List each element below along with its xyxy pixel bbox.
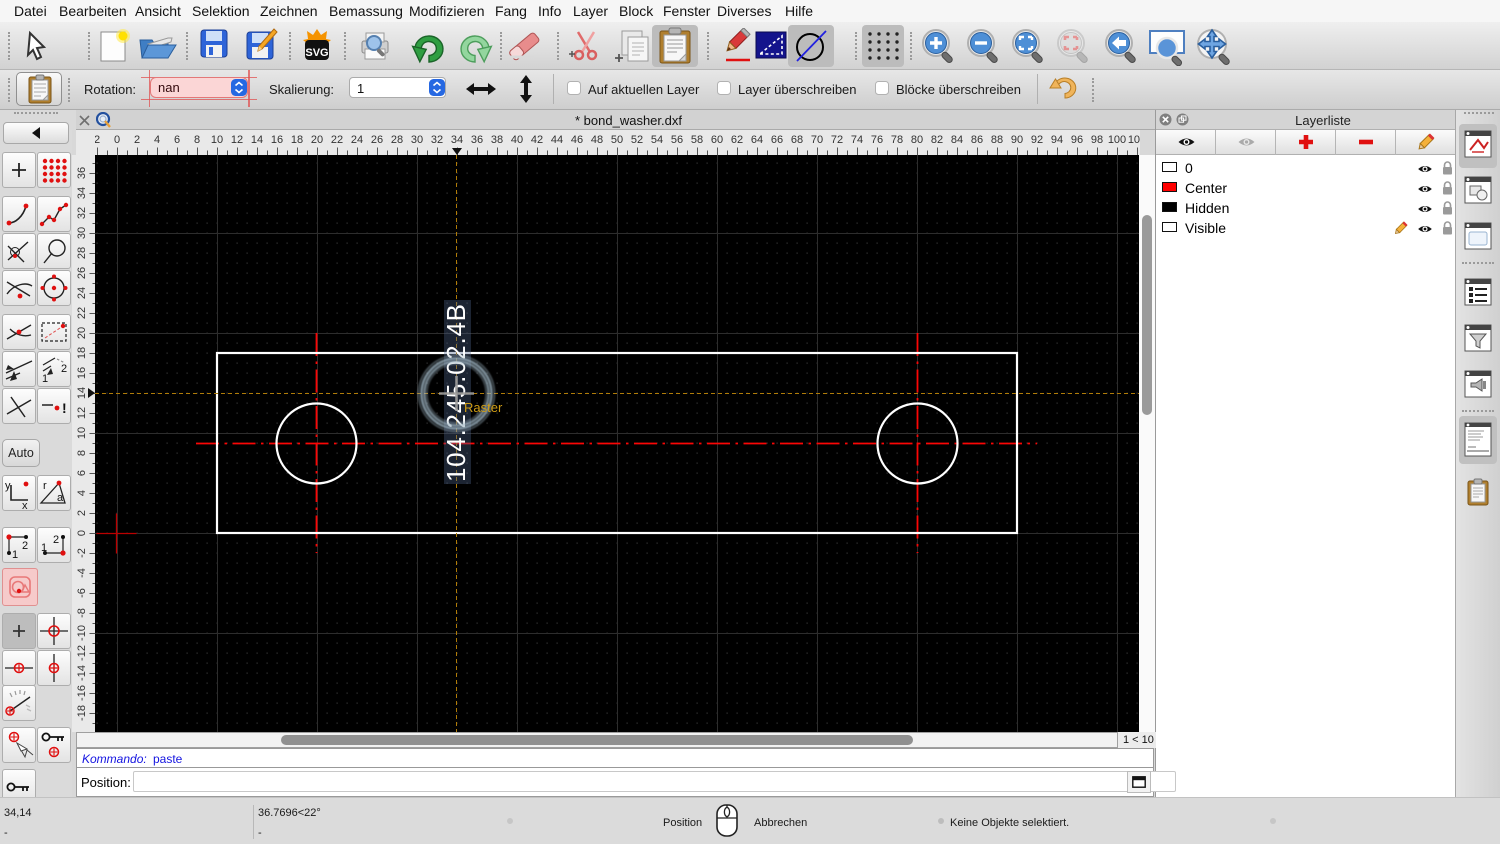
- svg-text:12: 12: [231, 134, 243, 146]
- svg-text:44: 44: [551, 134, 563, 146]
- svg-text:68: 68: [791, 134, 803, 146]
- svg-text:30: 30: [76, 227, 88, 239]
- svg-text:26: 26: [76, 267, 88, 279]
- svg-text:2: 2: [53, 534, 59, 546]
- svg-text:36: 36: [471, 134, 483, 146]
- svg-text:0: 0: [76, 530, 88, 536]
- svg-text:-16: -16: [76, 685, 88, 701]
- svg-text:6: 6: [174, 134, 180, 146]
- svg-text:10: 10: [76, 427, 88, 439]
- svg-text:4: 4: [154, 134, 160, 146]
- svg-text:24: 24: [351, 134, 363, 146]
- svg-text:72: 72: [831, 134, 843, 146]
- svg-text:96: 96: [1071, 134, 1083, 146]
- svg-text:-10: -10: [76, 625, 88, 641]
- svg-text:54: 54: [651, 134, 663, 146]
- svg-text:1: 1: [41, 542, 47, 554]
- svg-text:36: 36: [76, 167, 88, 179]
- svg-text:r: r: [43, 480, 47, 492]
- svg-text:48: 48: [591, 134, 603, 146]
- svg-text:a: a: [57, 492, 64, 504]
- svg-text:2: 2: [22, 540, 28, 552]
- svg-text:82: 82: [931, 134, 943, 146]
- svg-text:18: 18: [76, 347, 88, 359]
- svg-text:10: 10: [211, 134, 223, 146]
- svg-text:34: 34: [451, 134, 463, 146]
- svg-text:28: 28: [76, 247, 88, 259]
- svg-text:-12: -12: [76, 645, 88, 661]
- svg-text:y: y: [5, 480, 11, 492]
- svg-text:12: 12: [76, 407, 88, 419]
- svg-text:62: 62: [731, 134, 743, 146]
- svg-text:60: 60: [711, 134, 723, 146]
- svg-text:2: 2: [95, 134, 100, 146]
- svg-text:-2: -2: [76, 548, 88, 558]
- svg-text:42: 42: [531, 134, 543, 146]
- svg-text:26: 26: [371, 134, 383, 146]
- svg-text:90: 90: [1011, 134, 1023, 146]
- svg-text:24: 24: [76, 287, 88, 299]
- svg-text:8: 8: [194, 134, 200, 146]
- svg-text:14: 14: [76, 387, 88, 399]
- svg-text:2: 2: [61, 363, 67, 375]
- svg-text:92: 92: [1031, 134, 1043, 146]
- svg-text:76: 76: [871, 134, 883, 146]
- svg-text:46: 46: [571, 134, 583, 146]
- svg-text:20: 20: [76, 327, 88, 339]
- svg-text:30: 30: [411, 134, 423, 146]
- svg-text:34: 34: [76, 187, 88, 199]
- svg-text:22: 22: [331, 134, 343, 146]
- svg-text:38: 38: [491, 134, 503, 146]
- svg-text:86: 86: [971, 134, 983, 146]
- svg-text:80: 80: [911, 134, 923, 146]
- svg-text:64: 64: [751, 134, 763, 146]
- svg-text:14: 14: [251, 134, 263, 146]
- svg-text:1: 1: [12, 549, 18, 561]
- svg-text:56: 56: [671, 134, 683, 146]
- svg-text:18: 18: [291, 134, 303, 146]
- svg-text:SVG: SVG: [305, 47, 328, 59]
- svg-text:2: 2: [76, 510, 88, 516]
- svg-text:-6: -6: [76, 588, 88, 598]
- svg-text:!: !: [62, 400, 67, 416]
- svg-text:16: 16: [271, 134, 283, 146]
- svg-text:-8: -8: [76, 608, 88, 618]
- svg-text:20: 20: [311, 134, 323, 146]
- svg-text:74: 74: [851, 134, 863, 146]
- svg-text:100: 100: [1108, 134, 1126, 146]
- svg-text:6: 6: [76, 470, 88, 476]
- svg-text:32: 32: [76, 207, 88, 219]
- svg-text:58: 58: [691, 134, 703, 146]
- svg-text:32: 32: [431, 134, 443, 146]
- svg-text:78: 78: [891, 134, 903, 146]
- svg-text:8: 8: [76, 450, 88, 456]
- svg-text:94: 94: [1051, 134, 1063, 146]
- svg-text:Raster: Raster: [464, 400, 503, 415]
- svg-text:66: 66: [771, 134, 783, 146]
- svg-text:52: 52: [631, 134, 643, 146]
- svg-text:2: 2: [134, 134, 140, 146]
- svg-text:40: 40: [511, 134, 523, 146]
- svg-text:88: 88: [991, 134, 1003, 146]
- svg-text:4: 4: [76, 490, 88, 496]
- svg-text:102: 102: [1128, 134, 1140, 146]
- svg-text:22: 22: [76, 307, 88, 319]
- svg-text:x: x: [22, 500, 28, 511]
- svg-text:-14: -14: [76, 665, 88, 681]
- svg-text:84: 84: [951, 134, 963, 146]
- svg-text:0: 0: [114, 134, 120, 146]
- svg-text:70: 70: [811, 134, 823, 146]
- svg-text:98: 98: [1091, 134, 1103, 146]
- svg-text:-4: -4: [76, 568, 88, 578]
- svg-text:-18: -18: [76, 705, 88, 721]
- svg-text:50: 50: [611, 134, 623, 146]
- svg-text:28: 28: [391, 134, 403, 146]
- svg-text:16: 16: [76, 367, 88, 379]
